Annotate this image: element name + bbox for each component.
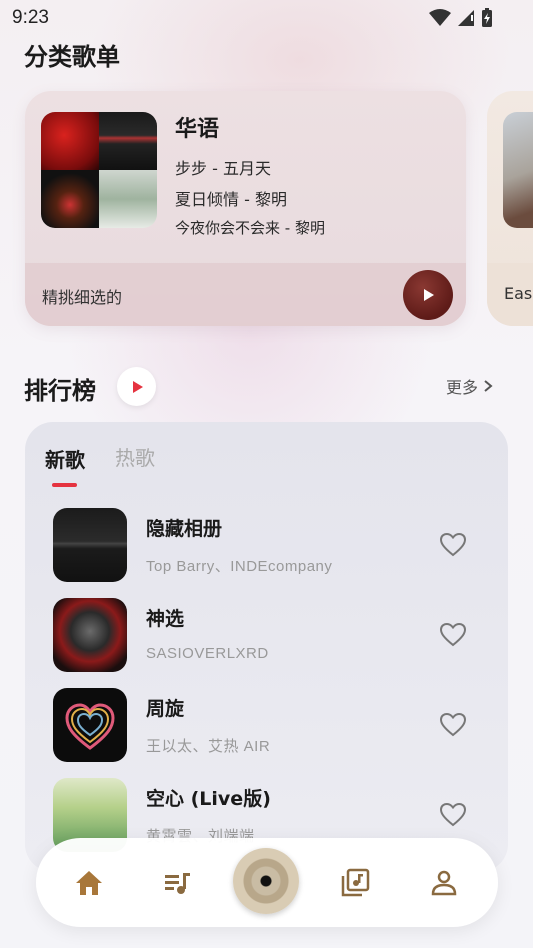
- active-tab-indicator: [52, 483, 77, 487]
- home-icon: [76, 871, 102, 895]
- nav-library[interactable]: [340, 868, 370, 898]
- song-cover: [53, 688, 127, 762]
- status-time: 9:23: [12, 7, 49, 28]
- song-row[interactable]: 隐藏相册 Top Barry、INDEcompany: [53, 508, 493, 582]
- status-icons: [429, 8, 493, 28]
- bottom-nav: [36, 838, 498, 927]
- song-cover: [53, 508, 127, 582]
- playlist-card-partial[interactable]: Eas: [487, 91, 533, 326]
- playlist-description: Eas: [504, 284, 533, 303]
- song-title: 隐藏相册: [146, 518, 223, 540]
- ranking-more-link[interactable]: 更多: [446, 374, 494, 398]
- ranking-card: 新歌 热歌 隐藏相册 Top Barry、INDEcompany 神选 SASI…: [25, 422, 508, 872]
- playlist-title: 华语: [175, 117, 220, 142]
- album-cover: [99, 170, 157, 228]
- library-music-icon: [341, 868, 370, 897]
- song-cover: [53, 598, 127, 672]
- nav-playlist[interactable]: [163, 868, 193, 898]
- song-title: 空心 (Live版): [146, 788, 271, 810]
- playlist-cover-collage: [41, 112, 157, 228]
- playlist-song: 步步 - 五月天: [175, 159, 271, 178]
- play-icon: [132, 380, 143, 393]
- heart-icon[interactable]: [439, 622, 467, 648]
- album-cover: [99, 112, 157, 170]
- song-artist: 王以太、艾热 AIR: [146, 738, 271, 755]
- person-icon: [431, 870, 457, 896]
- heart-icon[interactable]: [439, 532, 467, 558]
- play-icon: [424, 289, 434, 301]
- chevron-right-icon: [484, 380, 493, 392]
- song-row[interactable]: 周旋 王以太、艾热 AIR: [53, 688, 493, 762]
- nav-home[interactable]: [74, 868, 104, 898]
- status-bar: 9:23: [0, 0, 533, 36]
- tab-hot-songs[interactable]: 热歌: [115, 442, 155, 471]
- heart-icon[interactable]: [439, 802, 467, 828]
- playlist-play-button[interactable]: [403, 270, 453, 320]
- ranking-section-title: 排行榜: [24, 377, 96, 405]
- queue-music-icon: [165, 873, 190, 894]
- playlist-card-chinese[interactable]: 华语 步步 - 五月天 夏日倾情 - 黎明 今夜你会不会来 - 黎明 精挑细选的: [25, 91, 466, 326]
- album-cover: [41, 112, 99, 170]
- tab-new-songs[interactable]: 新歌: [45, 444, 85, 473]
- song-row[interactable]: 神选 SASIOVERLXRD: [53, 598, 493, 672]
- song-artist: SASIOVERLXRD: [146, 645, 269, 662]
- now-playing-disc[interactable]: [233, 848, 299, 914]
- wifi-icon: [429, 9, 451, 26]
- playlist-song: 夏日倾情 - 黎明: [175, 190, 287, 209]
- album-cover: [41, 170, 99, 228]
- signal-icon: [458, 10, 474, 26]
- ranking-play-button[interactable]: [117, 367, 156, 406]
- nav-profile[interactable]: [429, 868, 459, 898]
- playlist-description: 精挑细选的: [42, 288, 123, 307]
- song-title: 周旋: [146, 698, 185, 720]
- song-artist: Top Barry、INDEcompany: [146, 558, 333, 575]
- battery-icon: [482, 8, 492, 27]
- playlist-cover: [503, 112, 533, 228]
- song-title: 神选: [146, 608, 185, 630]
- heart-icon[interactable]: [439, 712, 467, 738]
- playlists-section-title: 分类歌单: [24, 43, 120, 71]
- heart-artwork: [65, 703, 115, 750]
- playlist-song: 今夜你会不会来 - 黎明: [175, 219, 325, 237]
- more-label: 更多: [446, 378, 479, 397]
